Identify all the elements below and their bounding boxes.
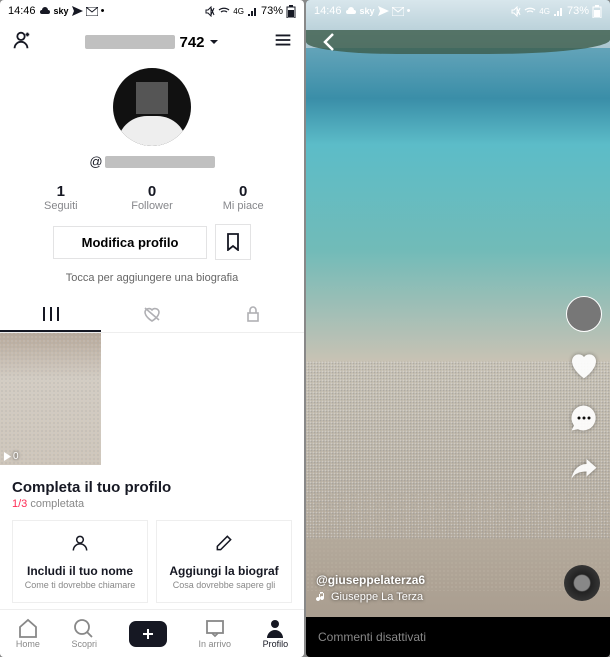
- edit-profile-button[interactable]: Modifica profilo: [53, 226, 208, 259]
- share-icon: [569, 456, 599, 482]
- comments-disabled: Commenti disattivati: [318, 630, 426, 644]
- heart-icon: [568, 350, 600, 380]
- video-background[interactable]: [306, 0, 610, 657]
- network-text: 4G: [539, 7, 550, 16]
- home-icon: [17, 618, 39, 638]
- sound-disc[interactable]: [564, 565, 600, 601]
- title-visible: 742: [179, 34, 204, 51]
- feed-actions: [566, 296, 602, 487]
- music-icon: [316, 591, 327, 603]
- search-icon: [73, 618, 95, 638]
- content-tabs: [0, 298, 304, 333]
- card-bio[interactable]: Aggiungi la biograf Cosa dovrebbe sapere…: [156, 520, 292, 603]
- sky-text: sky: [54, 6, 69, 16]
- menu-icon[interactable]: [272, 29, 294, 56]
- view-count: 0: [13, 451, 19, 462]
- comment-bar: Commenti disattivati: [306, 617, 610, 657]
- add-user-icon[interactable]: [10, 29, 32, 56]
- profile-top-bar: 742: [0, 22, 304, 62]
- send-icon: [378, 6, 389, 16]
- cloud-icon: [345, 6, 357, 16]
- back-button[interactable]: [318, 30, 342, 59]
- bottom-nav: Home Scopri In arrivo Profilo: [0, 609, 304, 657]
- battery-icon: [592, 5, 602, 18]
- profile-header: @ 1 Seguiti 0 Follower 0 Mi piace Modifi…: [0, 62, 304, 284]
- nav-inbox[interactable]: In arrivo: [198, 618, 231, 649]
- author-handle[interactable]: @giuseppelaterza6: [316, 573, 425, 587]
- mail-icon: [86, 7, 98, 16]
- heart-off-icon: [142, 306, 162, 322]
- battery-text: 73%: [567, 5, 589, 17]
- caret-down-icon: [209, 37, 219, 47]
- status-time: 14:46: [8, 5, 36, 17]
- stat-followers[interactable]: 0 Follower: [106, 183, 197, 212]
- stat-likes[interactable]: 0 Mi piace: [198, 183, 289, 212]
- signal-icon: [553, 7, 564, 16]
- arrow-left-icon: [318, 30, 342, 54]
- like-button[interactable]: [568, 350, 600, 385]
- masked-username: [85, 35, 175, 49]
- lock-icon: [246, 306, 260, 322]
- username-at: @: [89, 154, 102, 169]
- send-icon: [72, 6, 83, 16]
- video-thumb[interactable]: 0: [0, 333, 101, 465]
- comment-button[interactable]: [569, 403, 599, 438]
- plus-icon: [141, 627, 155, 641]
- feed-icon: [42, 306, 60, 322]
- mute-icon: [510, 6, 521, 17]
- profile-screen: 14:46 sky • 4G 73% 742: [0, 0, 304, 657]
- action-row: Modifica profilo: [53, 224, 252, 260]
- cloud-icon: [39, 6, 51, 16]
- person-icon: [70, 533, 90, 553]
- mute-icon: [204, 6, 215, 17]
- bio-hint[interactable]: Tocca per aggiungere una biografia: [66, 272, 238, 284]
- status-bar: 14:46 sky • 4G 73%: [0, 0, 304, 22]
- masked-handle: [105, 156, 215, 168]
- tab-private[interactable]: [203, 298, 304, 332]
- network-text: 4G: [233, 7, 244, 16]
- card-name[interactable]: Includi il tuo nome Come ti dovrebbe chi…: [12, 520, 148, 603]
- comment-icon: [569, 403, 599, 433]
- edit-icon: [214, 533, 234, 553]
- battery-text: 73%: [261, 5, 283, 17]
- dot-icon: •: [101, 5, 105, 17]
- status-time: 14:46: [314, 5, 342, 17]
- nav-discover[interactable]: Scopri: [72, 618, 98, 649]
- inbox-icon: [204, 618, 226, 638]
- battery-icon: [286, 5, 296, 18]
- complete-profile-card: Completa il tuo profilo 1/3 completata I…: [0, 469, 304, 603]
- signal-icon: [247, 7, 258, 16]
- stats: 1 Seguiti 0 Follower 0 Mi piace: [15, 183, 289, 212]
- wifi-icon: [524, 7, 536, 16]
- share-button[interactable]: [569, 456, 599, 487]
- card-title: Completa il tuo profilo: [12, 479, 292, 496]
- status-bar-dark: 14:46 sky • 4G 73%: [306, 0, 610, 22]
- feed-author-avatar[interactable]: [566, 296, 602, 332]
- feed-caption: @giuseppelaterza6 Giuseppe La Terza: [316, 573, 425, 603]
- wifi-icon: [218, 7, 230, 16]
- video-grid: 0: [0, 333, 304, 465]
- sound-row[interactable]: Giuseppe La Terza: [316, 591, 425, 603]
- dot-icon: •: [407, 5, 411, 17]
- card-progress: 1/3 completata: [12, 498, 292, 510]
- nav-home[interactable]: Home: [16, 618, 40, 649]
- nav-profile[interactable]: Profilo: [263, 618, 289, 649]
- bookmark-button[interactable]: [215, 224, 251, 260]
- play-icon: [3, 452, 11, 461]
- profile-icon: [264, 618, 286, 638]
- tab-liked[interactable]: [101, 298, 202, 332]
- profile-title-dropdown[interactable]: 742: [85, 34, 218, 51]
- tab-feed[interactable]: [0, 298, 101, 332]
- nav-create[interactable]: [129, 621, 167, 647]
- stat-following[interactable]: 1 Seguiti: [15, 183, 106, 212]
- avatar[interactable]: [113, 68, 191, 146]
- sky-text: sky: [360, 6, 375, 16]
- mail-icon: [392, 7, 404, 16]
- feed-screen: 14:46 sky • 4G 73% @giusep: [306, 0, 610, 657]
- username-row[interactable]: @: [89, 154, 214, 169]
